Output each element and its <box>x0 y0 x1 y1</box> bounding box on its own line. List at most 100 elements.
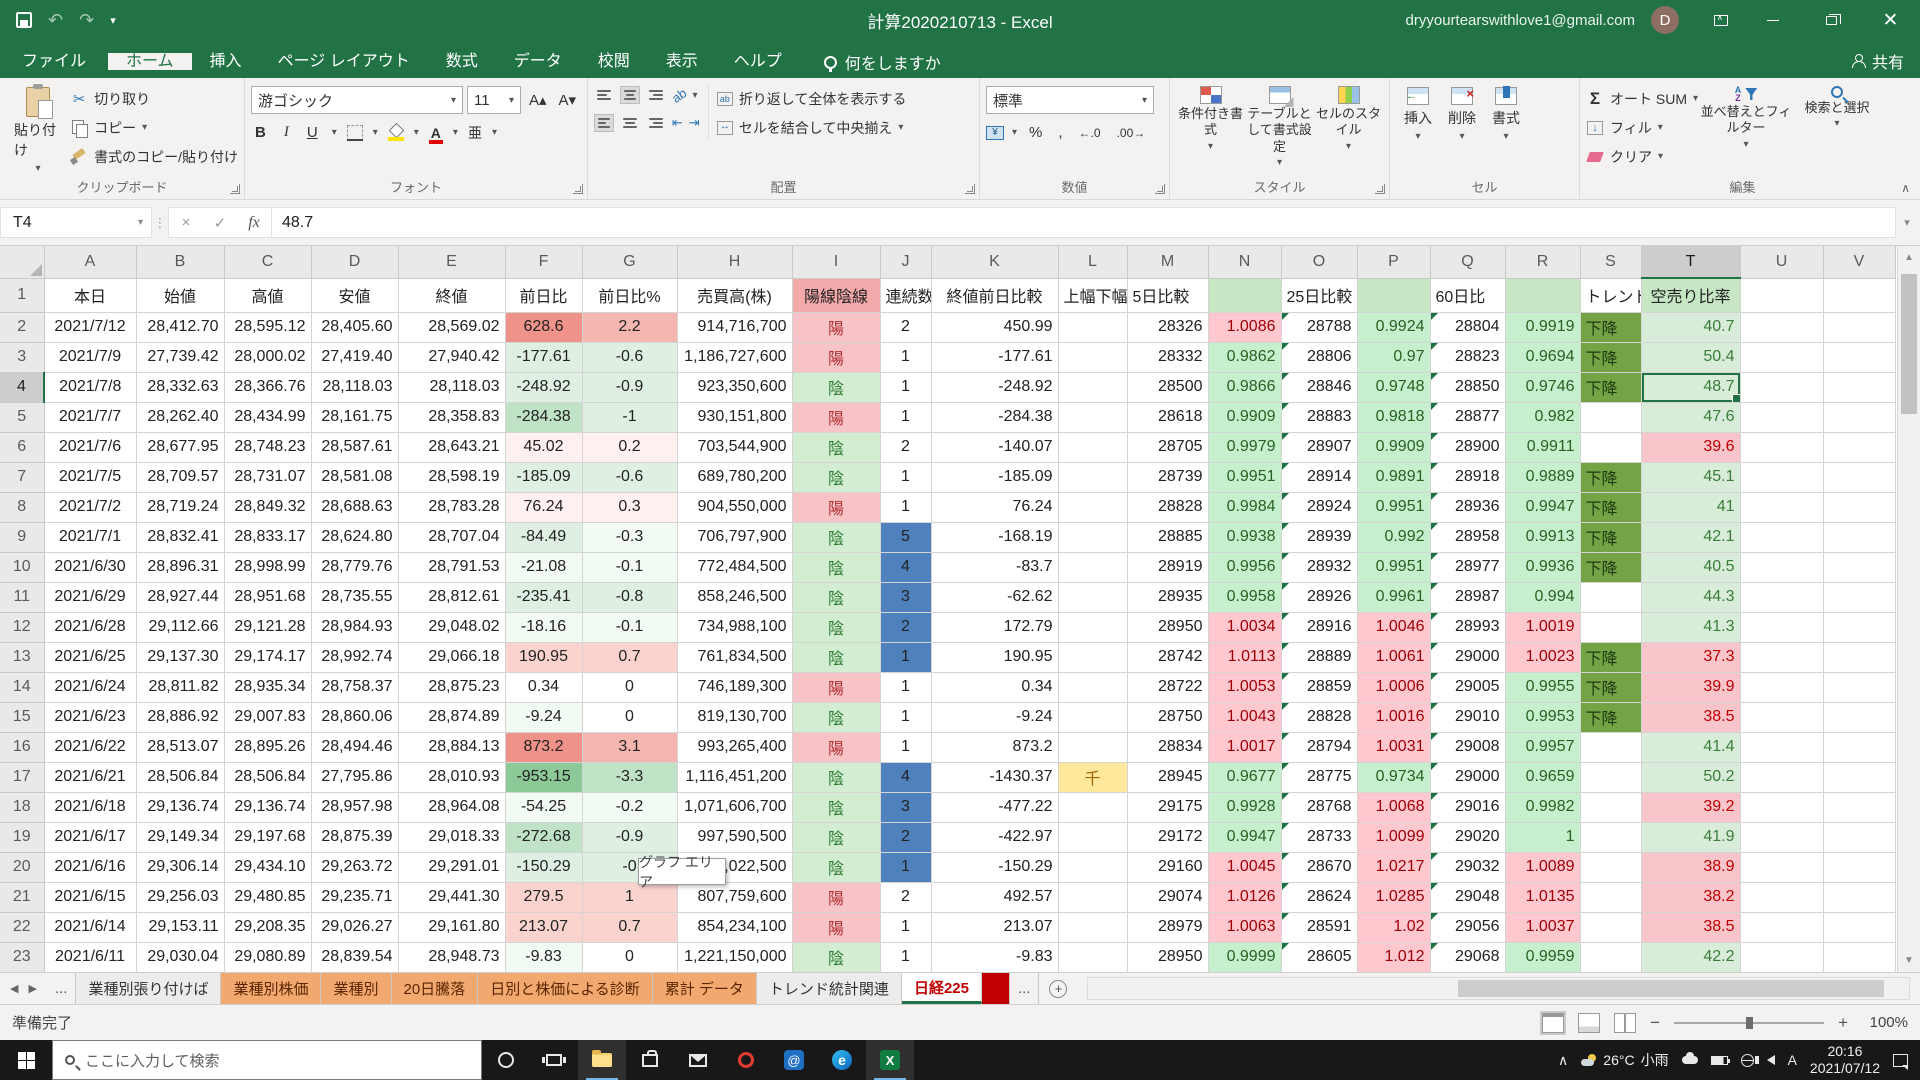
number-dialog-launcher-icon[interactable] <box>1155 184 1165 194</box>
grid-cell[interactable] <box>1580 762 1641 792</box>
column-header-L[interactable]: L <box>1058 246 1127 278</box>
sheet-tab-...[interactable]: ... <box>47 973 77 1004</box>
row-header-13[interactable]: 13 <box>0 642 44 672</box>
sheet-nav-right-icon[interactable]: ▶ <box>28 982 36 995</box>
grid-cell[interactable]: 0.7 <box>582 642 677 672</box>
grid-cell[interactable]: 0.9694 <box>1505 342 1580 372</box>
grid-cell[interactable]: 28739 <box>1127 462 1208 492</box>
clear-button[interactable]: クリア▾ <box>1586 144 1698 169</box>
column-header-G[interactable]: G <box>582 246 677 278</box>
grid-cell[interactable]: 陰 <box>792 582 880 612</box>
grid-cell[interactable] <box>1740 342 1823 372</box>
grid-cell[interactable] <box>1740 822 1823 852</box>
grid-cell[interactable]: 0.9924 <box>1357 312 1430 342</box>
tab-ホーム[interactable]: ホーム <box>108 53 192 70</box>
row-header-6[interactable]: 6 <box>0 432 44 462</box>
grid-cell[interactable]: 28,581.08 <box>311 462 398 492</box>
grid-cell[interactable]: 28,957.98 <box>311 792 398 822</box>
grid-cell[interactable]: 28,849.32 <box>224 492 311 522</box>
grid-cell[interactable] <box>1740 612 1823 642</box>
grid-cell[interactable]: 28823 <box>1430 342 1505 372</box>
grid-cell[interactable]: 陽 <box>792 342 880 372</box>
grid-cell[interactable] <box>1823 612 1895 642</box>
grid-cell[interactable]: 28,366.76 <box>224 372 311 402</box>
grid-cell[interactable]: 1 <box>880 402 931 432</box>
grid-cell[interactable]: 28500 <box>1127 372 1208 402</box>
account-email[interactable]: dryyourtearswithlove1@gmail.com <box>1406 12 1635 29</box>
page-break-view-icon[interactable] <box>1614 1013 1636 1033</box>
grid-cell[interactable]: 44.3 <box>1641 582 1740 612</box>
grid-cell[interactable]: 28332 <box>1127 342 1208 372</box>
grid-cell[interactable]: 0.982 <box>1505 402 1580 432</box>
tell-me-search[interactable]: 何をしますか <box>824 46 941 78</box>
grid-cell[interactable] <box>1740 672 1823 702</box>
grid-cell[interactable] <box>1058 342 1127 372</box>
grid-cell[interactable]: 772,484,500 <box>677 552 792 582</box>
grid-cell[interactable]: 28919 <box>1127 552 1208 582</box>
grid-cell[interactable]: -9.83 <box>931 942 1058 972</box>
grid-cell[interactable]: 190.95 <box>931 642 1058 672</box>
grid-cell[interactable]: 28,875.39 <box>311 822 398 852</box>
sheet-tab-累計 データ[interactable]: 累計 データ <box>653 973 757 1004</box>
scroll-up-icon[interactable]: ▲ <box>1898 246 1920 269</box>
grid-cell[interactable]: -272.68 <box>505 822 582 852</box>
grid-cell[interactable]: 28,874.89 <box>398 702 505 732</box>
grid-cell[interactable]: 29056 <box>1430 912 1505 942</box>
grid-cell[interactable]: 下降 <box>1580 522 1641 552</box>
grid-cell[interactable]: 28,434.99 <box>224 402 311 432</box>
grid-cell[interactable]: 1.0099 <box>1357 822 1430 852</box>
grid-cell[interactable]: -84.49 <box>505 522 582 552</box>
grid-cell[interactable]: 28828 <box>1127 492 1208 522</box>
grid-cell[interactable]: 706,797,900 <box>677 522 792 552</box>
grid-cell[interactable]: 下降 <box>1580 312 1641 342</box>
column-header-K[interactable]: K <box>931 246 1058 278</box>
grid-cell[interactable]: 190.95 <box>505 642 582 672</box>
grid-cell[interactable]: 0.9909 <box>1208 402 1281 432</box>
grid-cell[interactable]: 2 <box>880 882 931 912</box>
grid-cell[interactable]: 0.9961 <box>1357 582 1430 612</box>
column-header-Q[interactable]: Q <box>1430 246 1505 278</box>
grid-cell[interactable]: -168.19 <box>931 522 1058 552</box>
tab-ヘルプ[interactable]: ヘルプ <box>716 53 800 70</box>
grid-cell[interactable]: 28916 <box>1281 612 1357 642</box>
grid-cell[interactable]: 0.9984 <box>1208 492 1281 522</box>
grid-cell[interactable]: 28326 <box>1127 312 1208 342</box>
grid-cell[interactable]: 1.0016 <box>1357 702 1430 732</box>
grid-cell[interactable] <box>1823 852 1895 882</box>
grid-cell[interactable]: 28,506.84 <box>136 762 224 792</box>
grid-cell[interactable]: 28950 <box>1127 942 1208 972</box>
formula-input[interactable]: 48.7 <box>272 207 1896 238</box>
grid-cell[interactable]: 0.9951 <box>1357 492 1430 522</box>
grid-cell[interactable]: 28,948.73 <box>398 942 505 972</box>
grid-cell[interactable] <box>1058 462 1127 492</box>
grid-cell[interactable]: 陰 <box>792 372 880 402</box>
grid-cell[interactable] <box>1740 312 1823 342</box>
grid-cell[interactable]: 2021/6/22 <box>44 732 136 762</box>
grid-cell[interactable]: 450.99 <box>931 312 1058 342</box>
grid-cell[interactable]: 1.0113 <box>1208 642 1281 672</box>
grid-cell[interactable]: 28,884.13 <box>398 732 505 762</box>
grid-cell[interactable]: 下降 <box>1580 372 1641 402</box>
grid-cell[interactable]: 28,412.70 <box>136 312 224 342</box>
grid-cell[interactable] <box>1580 402 1641 432</box>
start-button[interactable] <box>0 1040 52 1080</box>
battery-icon[interactable] <box>1711 1056 1728 1065</box>
grid-cell[interactable]: 0.3 <box>582 492 677 522</box>
grid-cell[interactable] <box>1823 278 1895 312</box>
grid-cell[interactable]: 1.0063 <box>1208 912 1281 942</box>
grid-cell[interactable]: 29,018.33 <box>398 822 505 852</box>
grid-cell[interactable]: 38.5 <box>1641 702 1740 732</box>
customize-qat-icon[interactable]: ▾ <box>110 14 116 27</box>
grid-cell[interactable]: 28859 <box>1281 672 1357 702</box>
taskbar-app-store[interactable] <box>626 1040 674 1080</box>
grid-cell[interactable]: 27,739.42 <box>136 342 224 372</box>
grid-cell[interactable]: -422.97 <box>931 822 1058 852</box>
column-header-U[interactable]: U <box>1740 246 1823 278</box>
grid-cell[interactable]: 28926 <box>1281 582 1357 612</box>
font-color-icon[interactable]: A <box>429 126 443 140</box>
grid-cell[interactable]: 29,174.17 <box>224 642 311 672</box>
grid-cell[interactable] <box>1740 762 1823 792</box>
row-header-11[interactable]: 11 <box>0 582 44 612</box>
grid-cell[interactable]: 734,988,100 <box>677 612 792 642</box>
grid-cell[interactable]: 50.2 <box>1641 762 1740 792</box>
